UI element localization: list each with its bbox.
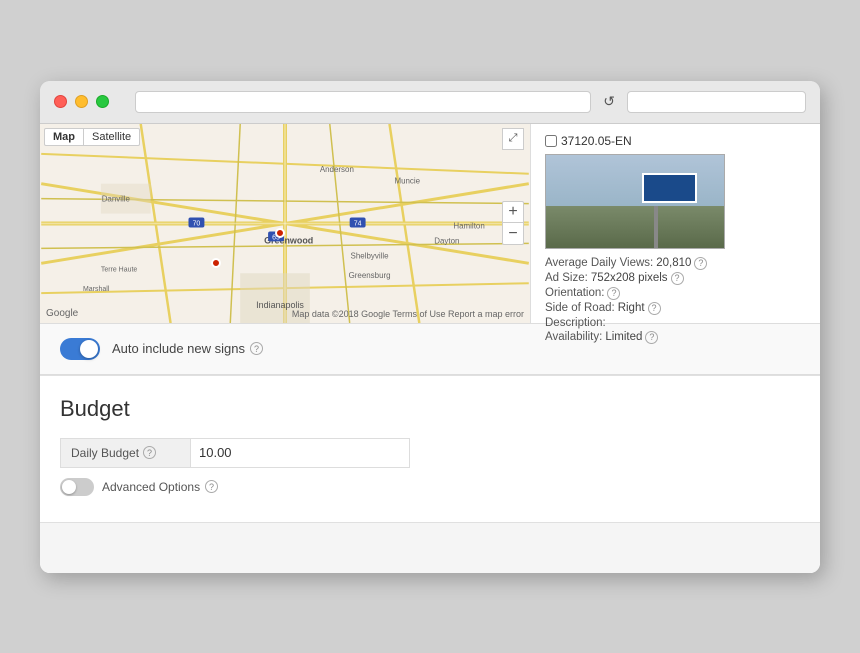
svg-text:Anderson: Anderson: [320, 164, 354, 173]
availability-help[interactable]: ?: [645, 331, 658, 344]
svg-text:Shelbyville: Shelbyville: [351, 251, 390, 260]
svg-text:Marshall: Marshall: [83, 286, 110, 293]
side-of-road-row: Side of Road: Right ?: [545, 302, 806, 315]
map-roads: Indianapolis Shelbyville Danville Greens…: [40, 124, 530, 323]
svg-text:Greensburg: Greensburg: [349, 271, 391, 280]
budget-section: Budget Daily Budget ? Advanced Options ?: [40, 376, 820, 522]
ad-size-row: Ad Size: 752x208 pixels ?: [545, 272, 806, 285]
svg-text:Muncie: Muncie: [394, 176, 420, 185]
map-pin-primary: [275, 228, 285, 238]
advanced-options-label-row: Advanced Options ?: [102, 480, 218, 494]
map-section: Indianapolis Shelbyville Danville Greens…: [40, 124, 820, 324]
ad-size-help[interactable]: ?: [671, 272, 684, 285]
budget-title: Budget: [60, 396, 800, 422]
address-bar[interactable]: [135, 91, 591, 113]
auto-include-label: Auto include new signs: [112, 341, 245, 356]
sign-id-row: 37120.05-EN: [545, 134, 806, 148]
daily-budget-row: Daily Budget ?: [60, 438, 800, 468]
avg-daily-views-value: 20,810: [656, 257, 691, 269]
description-label: Description:: [545, 317, 606, 329]
avg-daily-views-row: Average Daily Views: 20,810 ?: [545, 257, 806, 270]
ad-size-label: Ad Size:: [545, 272, 588, 284]
daily-budget-label: Daily Budget: [71, 446, 139, 460]
map-zoom-controls: + −: [502, 201, 524, 245]
map-expand-button[interactable]: ⤢: [502, 128, 524, 150]
svg-text:70: 70: [193, 220, 201, 227]
zoom-in-button[interactable]: +: [502, 201, 524, 223]
orientation-label: Orientation:: [545, 287, 604, 299]
daily-budget-label-cell: Daily Budget ?: [60, 438, 190, 468]
map-tab-map[interactable]: Map: [44, 128, 84, 146]
auto-include-help[interactable]: ?: [250, 342, 263, 355]
availability-row: Availability: Limited ?: [545, 331, 806, 344]
map-tabs: Map Satellite: [44, 128, 140, 146]
ad-size-value: 752x208 pixels: [591, 272, 668, 284]
search-bar[interactable]: [627, 91, 806, 113]
svg-text:74: 74: [354, 220, 362, 227]
avg-daily-views-label: Average Daily Views:: [545, 257, 653, 269]
daily-budget-help[interactable]: ?: [143, 446, 156, 459]
orientation-help[interactable]: ?: [607, 287, 620, 300]
bottom-space: [40, 523, 820, 573]
map-tab-satellite[interactable]: Satellite: [84, 128, 140, 146]
maximize-button[interactable]: [96, 95, 109, 108]
minimize-button[interactable]: [75, 95, 88, 108]
zoom-out-button[interactable]: −: [502, 223, 524, 245]
info-panel: 37120.05-EN Average Daily Views: 20,810 …: [530, 124, 820, 323]
map-attribution: Map data ©2018 Google Terms of Use Repor…: [292, 309, 524, 319]
orientation-row: Orientation: ?: [545, 287, 806, 300]
daily-budget-input[interactable]: [190, 438, 410, 468]
main-content: Indianapolis Shelbyville Danville Greens…: [40, 124, 820, 573]
map-area[interactable]: Indianapolis Shelbyville Danville Greens…: [40, 124, 530, 323]
side-of-road-value: Right: [618, 302, 645, 314]
advanced-options-toggle[interactable]: [60, 478, 94, 496]
availability-value: Limited: [605, 331, 642, 343]
sign-id: 37120.05-EN: [561, 134, 632, 148]
advanced-options-help[interactable]: ?: [205, 480, 218, 493]
billboard-pole: [654, 206, 658, 248]
svg-text:Dayton: Dayton: [434, 236, 459, 245]
billboard-ground: [546, 206, 724, 248]
advanced-options-row: Advanced Options ?: [60, 478, 800, 496]
svg-text:Danville: Danville: [102, 194, 131, 203]
map-background: Indianapolis Shelbyville Danville Greens…: [40, 124, 530, 323]
app-window: ↺: [40, 81, 820, 573]
advanced-options-label: Advanced Options: [102, 480, 200, 494]
sign-checkbox[interactable]: [545, 135, 557, 147]
google-logo: Google: [46, 308, 78, 319]
expand-icon: ⤢: [509, 132, 518, 145]
avg-daily-views-help[interactable]: ?: [694, 257, 707, 270]
auto-include-toggle[interactable]: [60, 338, 100, 360]
svg-text:Hamilton: Hamilton: [453, 221, 484, 230]
toggle-knob: [80, 340, 98, 358]
advanced-toggle-knob: [62, 480, 76, 494]
description-row: Description:: [545, 317, 806, 329]
svg-text:Terre Haute: Terre Haute: [101, 266, 137, 273]
close-button[interactable]: [54, 95, 67, 108]
billboard-image: [545, 154, 725, 249]
reload-button[interactable]: ↺: [599, 93, 619, 110]
side-of-road-label: Side of Road:: [545, 302, 615, 314]
title-bar: ↺: [40, 81, 820, 124]
auto-include-label-row: Auto include new signs ?: [112, 341, 263, 356]
side-of-road-help[interactable]: ?: [648, 302, 661, 315]
billboard-sign: [642, 173, 697, 203]
map-pin-secondary: [211, 258, 221, 268]
availability-label: Availability:: [545, 331, 602, 343]
